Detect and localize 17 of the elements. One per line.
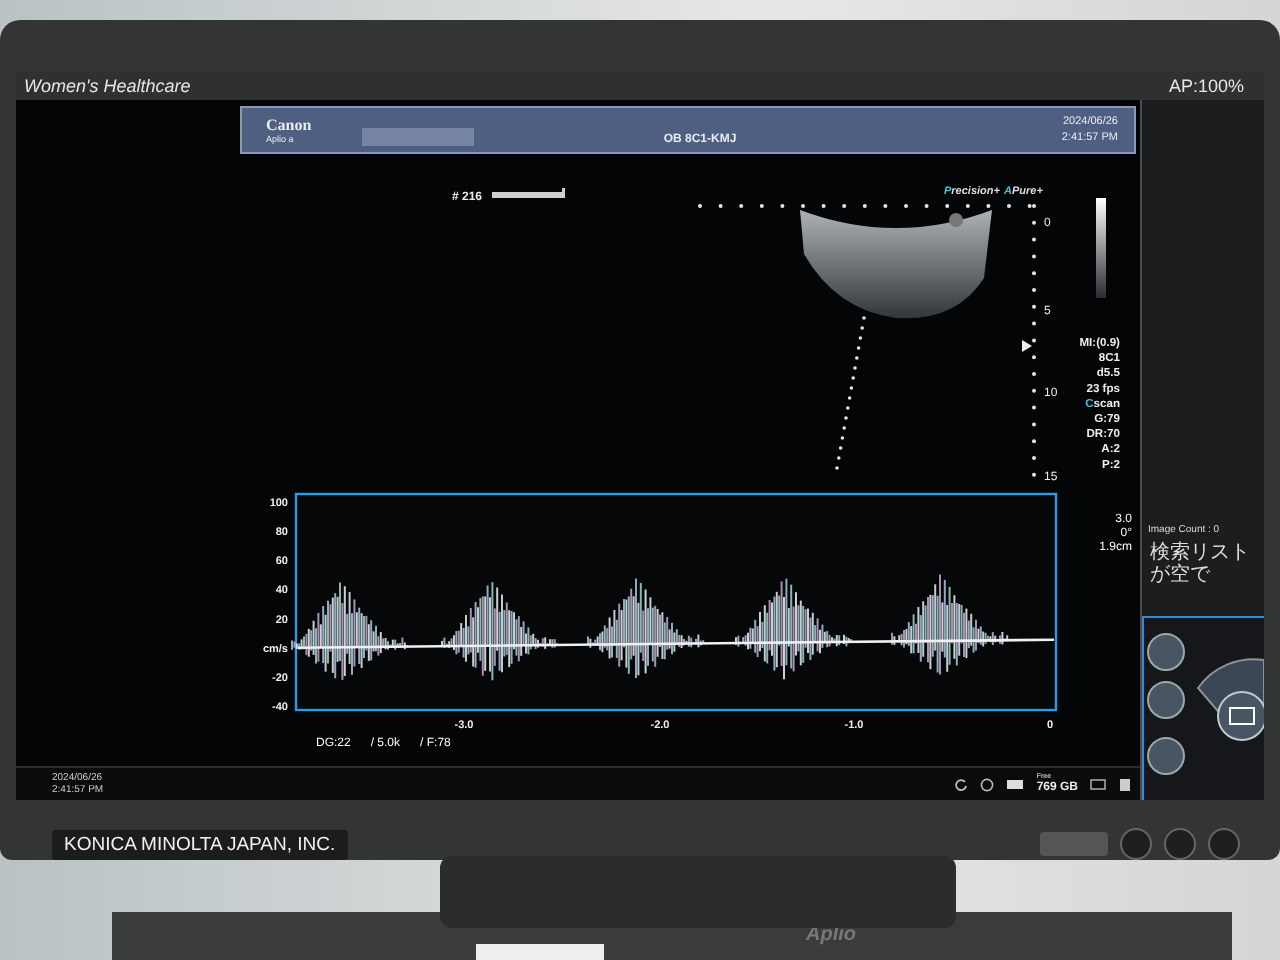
monitor-button[interactable] — [1208, 828, 1240, 860]
focus-dot-icon — [949, 213, 963, 227]
acoustic-power-readout: AP:100% — [1168, 76, 1244, 96]
monitor-button[interactable] — [1164, 828, 1196, 860]
brand-logo: Canon — [266, 116, 314, 134]
manufacturer-label: KONICA MINOLTA JAPAN, INC. — [52, 829, 348, 859]
grayscale-bar — [1096, 198, 1106, 298]
warning-sticker — [476, 944, 604, 960]
touch-control-drawing[interactable] — [1142, 616, 1264, 800]
search-list-message: 検索リストが空で — [1148, 542, 1252, 586]
redacted-patient-field — [362, 127, 474, 145]
cine-bar — [492, 188, 565, 198]
sensor-window — [1040, 832, 1108, 856]
monitor-button[interactable] — [1120, 828, 1152, 860]
focus-marker-icon — [1022, 340, 1032, 352]
refresh-icon[interactable] — [954, 777, 969, 791]
application-title: Women's Healthcare — [24, 76, 191, 96]
